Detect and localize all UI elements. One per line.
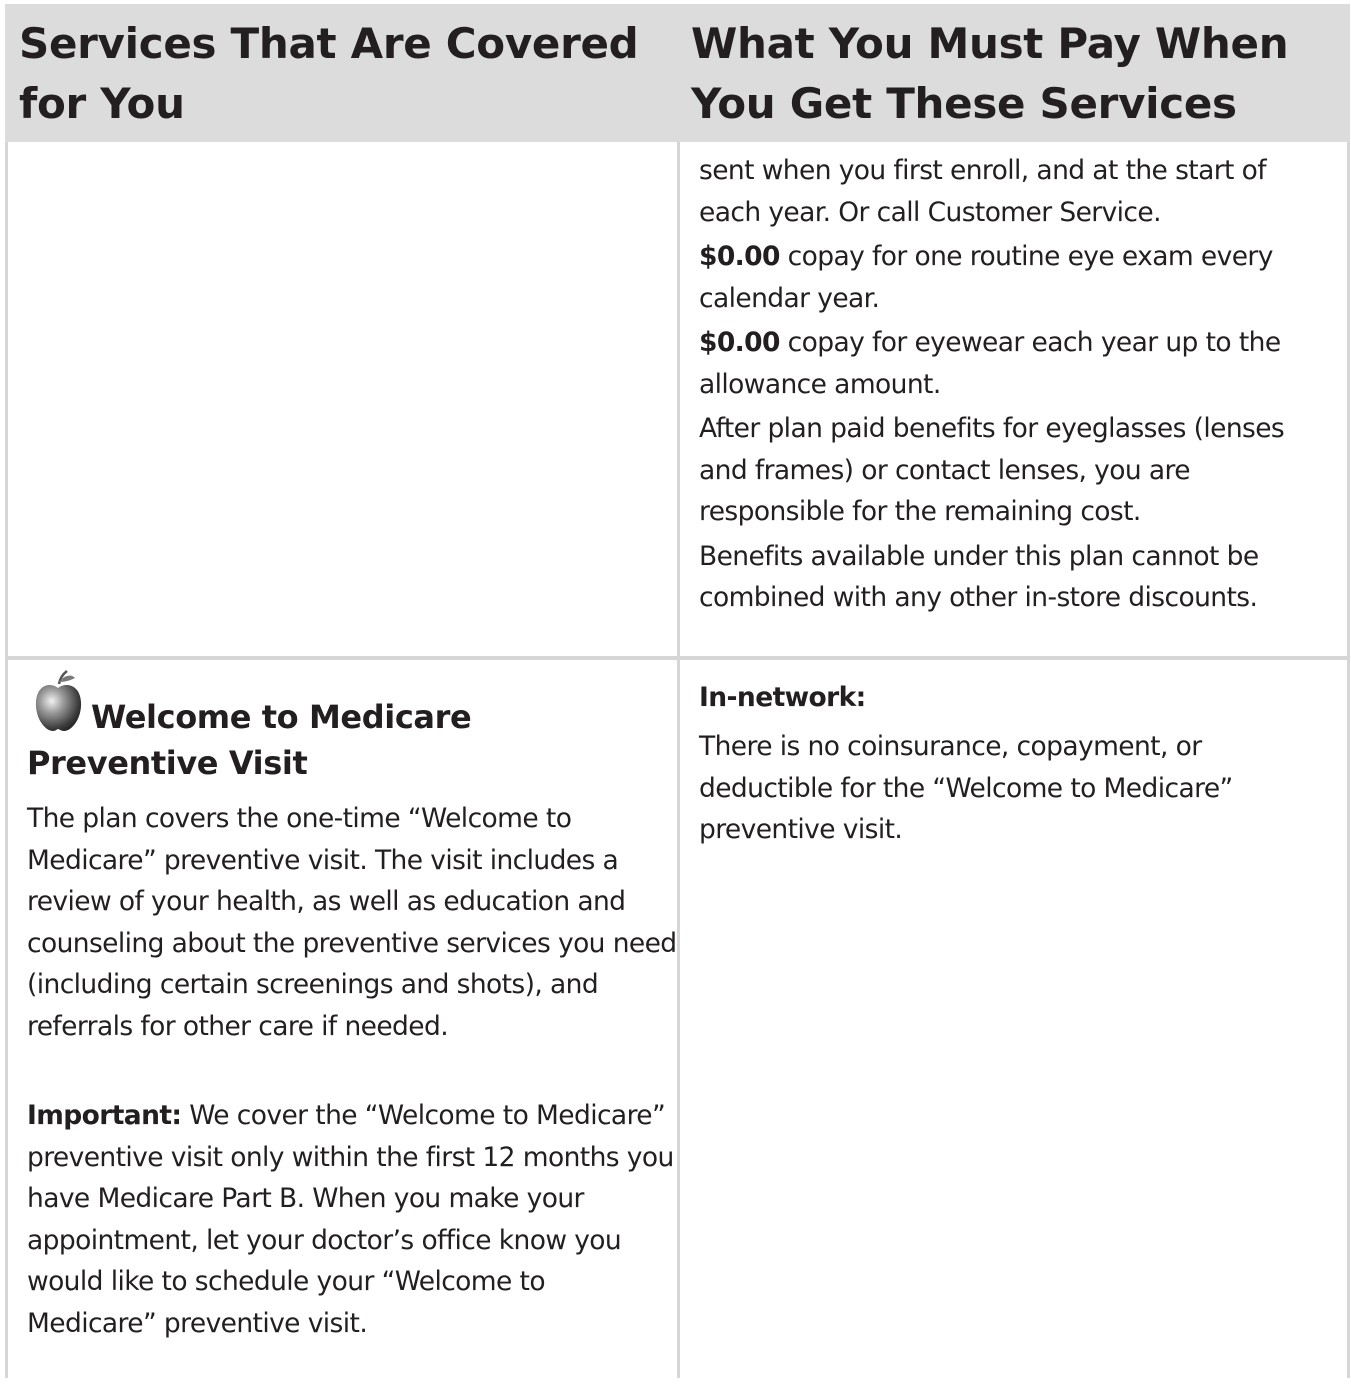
service-title: Welcome to Medicare Preventive Visit [27, 694, 667, 786]
eyewear-copay: $0.00 copay for eyewear each year up to … [699, 322, 1329, 405]
benefits-table: Services That Are Covered for You What Y… [5, 4, 1350, 1378]
table-left-border [5, 142, 8, 1378]
header-services-covered: Services That Are Covered for You [19, 19, 639, 128]
service-description: The plan covers the one-time “Welcome to… [27, 803, 677, 1042]
table-header: Services That Are Covered for You What Y… [5, 4, 1350, 142]
continuation-text: sent when you first enroll, and at the s… [699, 155, 1267, 228]
eye-exam-text: copay for one routine eye exam every cal… [699, 241, 1273, 314]
service-description-cell: The plan covers the one-time “Welcome to… [27, 798, 677, 1392]
table-right-border [1347, 142, 1350, 1378]
eyewear-text: copay for eyewear each year up to the al… [699, 327, 1281, 400]
in-network-cost-text: There is no coinsurance, copayment, or d… [699, 731, 1233, 845]
after-benefits-text: After plan paid benefits for eyeglasses … [699, 413, 1285, 527]
service-title-text: Welcome to Medicare Preventive Visit [27, 698, 472, 782]
eye-exam-amount: $0.00 [699, 241, 780, 272]
row-divider [5, 656, 1350, 660]
important-label: Important: [27, 1100, 182, 1131]
vision-cost-cell: sent when you first enroll, and at the s… [699, 150, 1329, 622]
in-network-label: In-network: [699, 682, 866, 713]
column-divider [677, 142, 680, 1378]
header-what-you-pay: What You Must Pay When You Get These Ser… [691, 19, 1289, 128]
important-note: Important: We cover the “Welcome to Medi… [27, 1095, 677, 1344]
eye-exam-copay: $0.00 copay for one routine eye exam eve… [699, 236, 1329, 319]
discounts-text: Benefits available under this plan canno… [699, 540, 1259, 614]
important-text: We cover the “Welcome to Medicare” preve… [27, 1100, 674, 1339]
eyewear-amount: $0.00 [699, 327, 780, 358]
